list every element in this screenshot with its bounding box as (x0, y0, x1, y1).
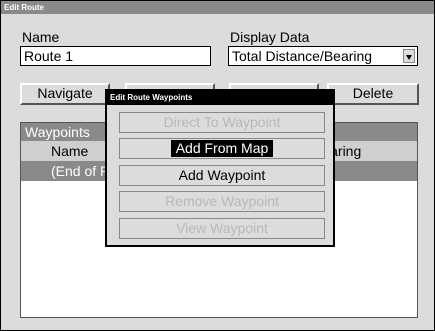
edit-route-waypoints-dialog: Edit Route Waypoints Direct To Waypoint … (105, 89, 335, 247)
navigate-button[interactable]: Navigate (20, 83, 110, 105)
view-waypoint-button[interactable]: View Waypoint (119, 218, 325, 239)
name-label: Name (22, 29, 60, 45)
window-title: Edit Route (1, 1, 434, 14)
add-waypoint-button[interactable]: Add Waypoint (119, 165, 325, 186)
display-data-dropdown[interactable]: Total Distance/Bearing (228, 46, 418, 66)
delete-button[interactable]: Delete (327, 83, 419, 105)
route-name-field[interactable]: Route 1 (20, 46, 211, 66)
add-from-map-label: Add From Map (170, 140, 274, 157)
add-from-map-button[interactable]: Add From Map (119, 138, 325, 159)
remove-waypoint-button[interactable]: Remove Waypoint (119, 191, 325, 212)
dialog-title: Edit Route Waypoints (107, 91, 333, 105)
direct-to-waypoint-button[interactable]: Direct To Waypoint (119, 112, 325, 133)
column-name: Name (51, 143, 89, 159)
display-data-value: Total Distance/Bearing (232, 48, 373, 64)
display-data-label: Display Data (230, 29, 310, 45)
chevron-down-icon[interactable] (403, 49, 415, 63)
